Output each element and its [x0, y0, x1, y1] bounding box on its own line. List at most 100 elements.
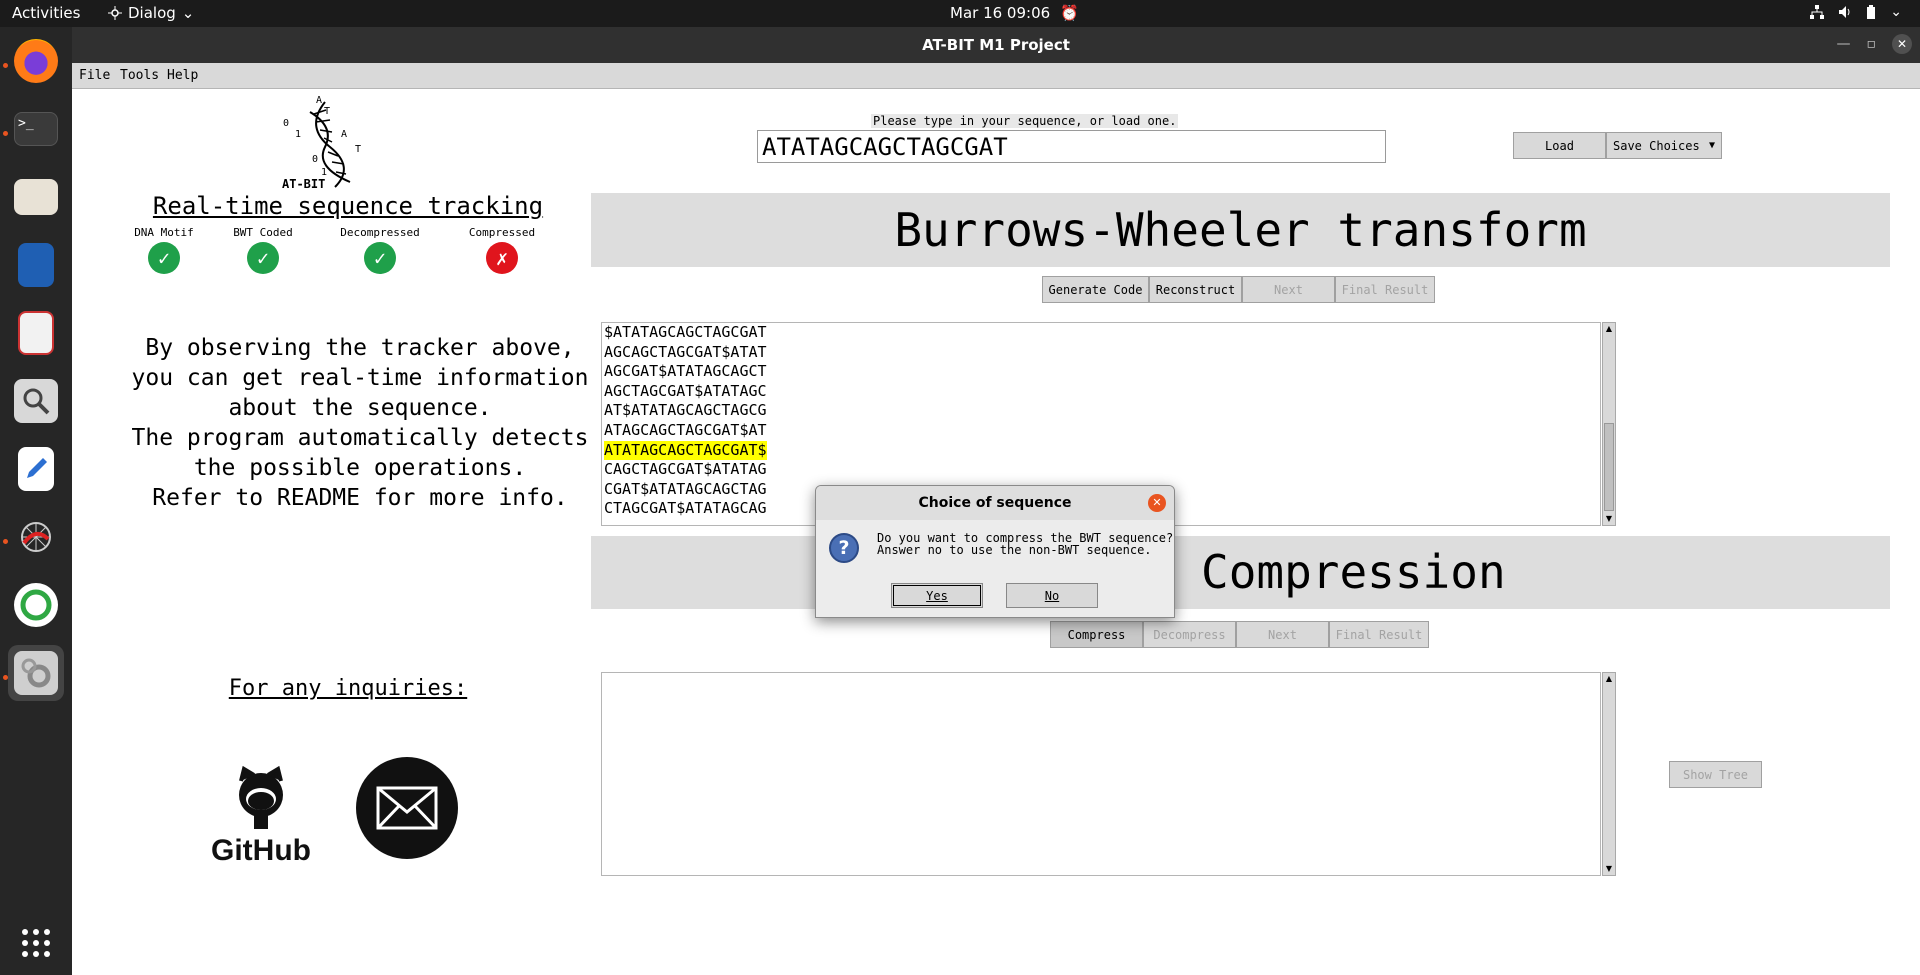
- bwt-row-text: $ATATAGCAGCTAGCGAT: [604, 323, 767, 341]
- app-menu-icon: [108, 6, 122, 20]
- app-grid-icon: [22, 929, 50, 957]
- document-viewer-icon: [18, 311, 54, 355]
- info-line: The program automatically detects: [131, 425, 589, 451]
- scroll-down-icon[interactable]: ▼: [1603, 863, 1615, 875]
- scroll-down-icon[interactable]: ▼: [1603, 513, 1615, 525]
- info-line: you can get real-time information: [131, 365, 589, 391]
- generate-code-button[interactable]: Generate Code: [1042, 276, 1149, 303]
- checkmark-icon: ✓: [247, 242, 279, 274]
- yes-button[interactable]: Yes: [891, 583, 983, 608]
- bwt-row[interactable]: CAGCTAGCGAT$ATATAG: [602, 460, 1600, 480]
- compression-output[interactable]: [601, 672, 1601, 876]
- green-ring-icon: [14, 583, 58, 627]
- github-link[interactable]: GitHub: [206, 759, 316, 869]
- text-editor-icon: [18, 447, 54, 491]
- dock-item-firefox[interactable]: [8, 33, 64, 89]
- compress-button[interactable]: Compress: [1050, 621, 1143, 648]
- inquiries-heading: For any inquiries:: [228, 676, 468, 701]
- dock-item-document-viewer[interactable]: [8, 305, 64, 361]
- bwt-row[interactable]: AT$ATATAGCAGCTAGCG: [602, 401, 1600, 421]
- close-icon[interactable]: ✕: [1892, 34, 1912, 54]
- tracker-bwt-coded: BWT Coded ✓: [203, 226, 323, 274]
- dock-item-app-grid[interactable]: [8, 915, 64, 971]
- bwt-row-selected[interactable]: ATATAGCAGCTAGCGAT$: [602, 440, 1600, 461]
- reconstruct-button[interactable]: Reconstruct: [1149, 276, 1242, 303]
- activities-button[interactable]: Activities: [12, 4, 80, 22]
- info-line: By observing the tracker above,: [145, 335, 575, 361]
- close-icon[interactable]: ✕: [1148, 494, 1166, 512]
- info-line: Refer to README for more info.: [152, 485, 568, 511]
- bwt-row[interactable]: ATAGCAGCTAGCGAT$AT: [602, 421, 1600, 441]
- decompress-button[interactable]: Decompress: [1143, 621, 1236, 648]
- tracker-label: BWT Coded: [233, 226, 293, 239]
- dock-item-terminal[interactable]: >_: [8, 101, 64, 157]
- writer-icon: [18, 243, 54, 287]
- compression-scrollbar[interactable]: ▲ ▼: [1602, 672, 1616, 876]
- tracker-compressed: Compressed ✗: [442, 226, 562, 274]
- minimize-icon[interactable]: —: [1837, 36, 1851, 52]
- choice-dialog[interactable]: Choice of sequence ✕ ? Do you want to co…: [815, 485, 1175, 618]
- bwt-final-result-button[interactable]: Final Result: [1335, 276, 1435, 303]
- bwt-row-text: CAGCTAGCGAT$ATATAG: [604, 460, 767, 479]
- show-tree-button[interactable]: Show Tree: [1669, 761, 1762, 788]
- dialog-titlebar: Choice of sequence ✕: [816, 486, 1174, 520]
- compression-next-button[interactable]: Next: [1236, 621, 1329, 648]
- no-button[interactable]: No: [1006, 583, 1098, 608]
- bwt-row[interactable]: $ATATAGCAGCTAGCGAT: [602, 323, 1600, 343]
- dock-item-green-ring[interactable]: [8, 577, 64, 633]
- logo-letter: A: [341, 129, 347, 140]
- github-label: GitHub: [211, 834, 311, 867]
- bwt-row-text: ATAGCAGCTAGCGAT$AT: [604, 420, 767, 439]
- dock-item-files[interactable]: [8, 169, 64, 225]
- info-line: the possible operations.: [193, 455, 527, 481]
- system-tray[interactable]: ⌄: [1810, 4, 1902, 20]
- bwt-row[interactable]: AGCTAGCGAT$ATATAGC: [602, 382, 1600, 402]
- scroll-up-icon[interactable]: ▲: [1603, 673, 1615, 685]
- dock-item-text-editor[interactable]: [8, 441, 64, 497]
- window-titlebar[interactable]: AT-BIT M1 Project — ▫ ✕: [72, 27, 1920, 63]
- dock-item-settings-app[interactable]: [8, 645, 64, 701]
- top-bar: Activities Dialog ⌄ Mar 16 09:06 ⏰ ⌄: [0, 0, 1920, 27]
- bwt-row-text: AGCAGCTAGCGAT$ATAT: [604, 342, 767, 361]
- menu-help[interactable]: Help: [167, 68, 198, 83]
- maximize-icon[interactable]: ▫: [1867, 36, 1877, 52]
- load-button[interactable]: Load: [1513, 132, 1606, 159]
- dock-item-search[interactable]: [8, 373, 64, 429]
- compression-title: Compression: [591, 536, 1890, 609]
- bwt-scrollbar[interactable]: ▲ ▼: [1602, 322, 1616, 526]
- envelope-icon: [376, 786, 438, 830]
- bwt-row-text: AGCGAT$ATATAGCAGCT: [604, 362, 767, 381]
- menu-tools[interactable]: Tools: [120, 68, 159, 83]
- battery-icon: [1867, 5, 1876, 19]
- github-icon: GitHub: [211, 765, 311, 867]
- sequence-prompt: Please type in your sequence, or load on…: [871, 114, 1179, 128]
- dock: >_: [0, 27, 72, 975]
- tracker-label: Decompressed: [340, 226, 420, 239]
- tracker-title: Real-time sequence tracking: [152, 192, 544, 220]
- alarm-icon: ⏰: [1060, 4, 1079, 22]
- cross-icon: ✗: [486, 242, 518, 274]
- dock-item-writer[interactable]: [8, 237, 64, 293]
- save-choices-dropdown[interactable]: Save Choices ▼: [1606, 132, 1722, 159]
- bwt-next-button[interactable]: Next: [1242, 276, 1335, 303]
- bwt-row[interactable]: AGCAGCTAGCGAT$ATAT: [602, 343, 1600, 363]
- logo-text: AT-BIT: [282, 177, 326, 191]
- terminal-icon: >_: [14, 112, 58, 146]
- logo-letter: 0: [312, 154, 318, 165]
- sequence-input[interactable]: ATATAGCAGCTAGCGAT: [757, 130, 1386, 163]
- dialog-title: Choice of sequence: [918, 495, 1072, 511]
- email-link[interactable]: [356, 757, 458, 859]
- compression-final-result-button[interactable]: Final Result: [1329, 621, 1429, 648]
- datetime: Mar 16 09:06: [950, 4, 1051, 22]
- info-line: about the sequence.: [228, 395, 492, 421]
- scrollbar-thumb[interactable]: [1604, 423, 1614, 511]
- settings-app-icon: [14, 651, 58, 695]
- clock[interactable]: Mar 16 09:06 ⏰: [950, 4, 1079, 22]
- bwt-row[interactable]: AGCGAT$ATATAGCAGCT: [602, 362, 1600, 382]
- menu-file[interactable]: File: [79, 68, 110, 83]
- scroll-up-icon[interactable]: ▲: [1603, 323, 1615, 335]
- bwt-row-text: AGCTAGCGAT$ATATAGC: [604, 381, 767, 400]
- dock-item-spider[interactable]: [8, 509, 64, 565]
- app-menu[interactable]: Dialog ⌄: [108, 4, 194, 22]
- logo-letter: 1: [295, 129, 301, 140]
